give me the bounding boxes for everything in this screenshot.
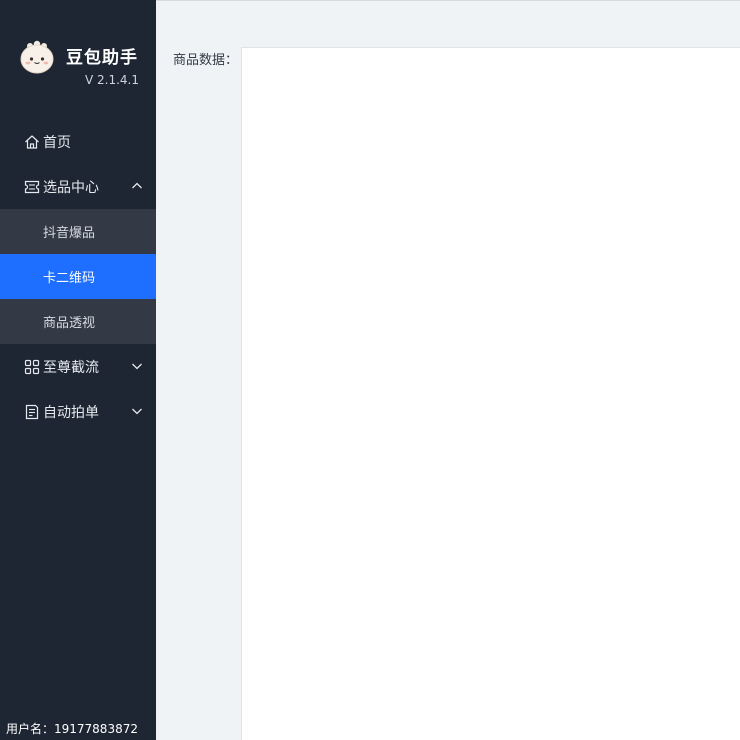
chevron-up-icon xyxy=(132,182,142,189)
sidebar: 豆包助手 V 2.1.4.1 首页 选品中心 抖音爆品 卡二维码 商品透视 至尊… xyxy=(0,0,156,740)
username-label: 用户名：19177883872 xyxy=(6,722,138,736)
app-name: 豆包助手 xyxy=(66,48,138,68)
menu-item-product-center[interactable]: 选品中心 xyxy=(0,164,156,209)
app-version: V 2.1.4.1 xyxy=(85,73,140,87)
submenu-item-douyin-hot-label: 抖音爆品 xyxy=(43,226,96,241)
submenu-item-qrcode-label: 卡二维码 xyxy=(43,271,96,286)
menu-item-supreme-intercept-label: 至尊截流 xyxy=(43,359,99,376)
menu-item-supreme-intercept[interactable]: 至尊截流 xyxy=(0,344,156,389)
submenu-item-product-insight-label: 商品透视 xyxy=(43,316,96,331)
top-divider xyxy=(156,0,740,1)
brand-area: 豆包助手 V 2.1.4.1 xyxy=(0,0,156,110)
product-data-label: 商品数据： xyxy=(173,53,239,68)
submenu-item-qrcode[interactable]: 卡二维码 xyxy=(0,254,156,299)
main-content: 商品数据： xyxy=(156,0,740,740)
chevron-down-icon xyxy=(132,363,142,370)
sidebar-menu: 首页 选品中心 抖音爆品 卡二维码 商品透视 至尊截流 自动拍单 xyxy=(0,119,156,434)
menu-item-product-center-label: 选品中心 xyxy=(43,179,99,196)
bun-mascot-icon xyxy=(20,40,54,74)
submenu-item-douyin-hot[interactable]: 抖音爆品 xyxy=(0,209,156,254)
menu-item-home-label: 首页 xyxy=(43,134,71,151)
product-data-textarea[interactable] xyxy=(241,47,740,740)
chevron-down-icon xyxy=(132,408,142,415)
menu-item-home[interactable]: 首页 xyxy=(0,119,156,164)
menu-item-auto-order-label: 自动拍单 xyxy=(43,404,99,421)
home-icon xyxy=(25,134,39,149)
menu-item-auto-order[interactable]: 自动拍单 xyxy=(0,389,156,434)
grid-icon xyxy=(24,359,40,374)
submenu-item-product-insight[interactable]: 商品透视 xyxy=(0,299,156,344)
document-icon xyxy=(25,404,39,419)
app-window: 豆包助手 V 2.1.4.1 首页 选品中心 抖音爆品 卡二维码 商品透视 至尊… xyxy=(0,0,740,740)
ticket-icon xyxy=(24,180,40,193)
